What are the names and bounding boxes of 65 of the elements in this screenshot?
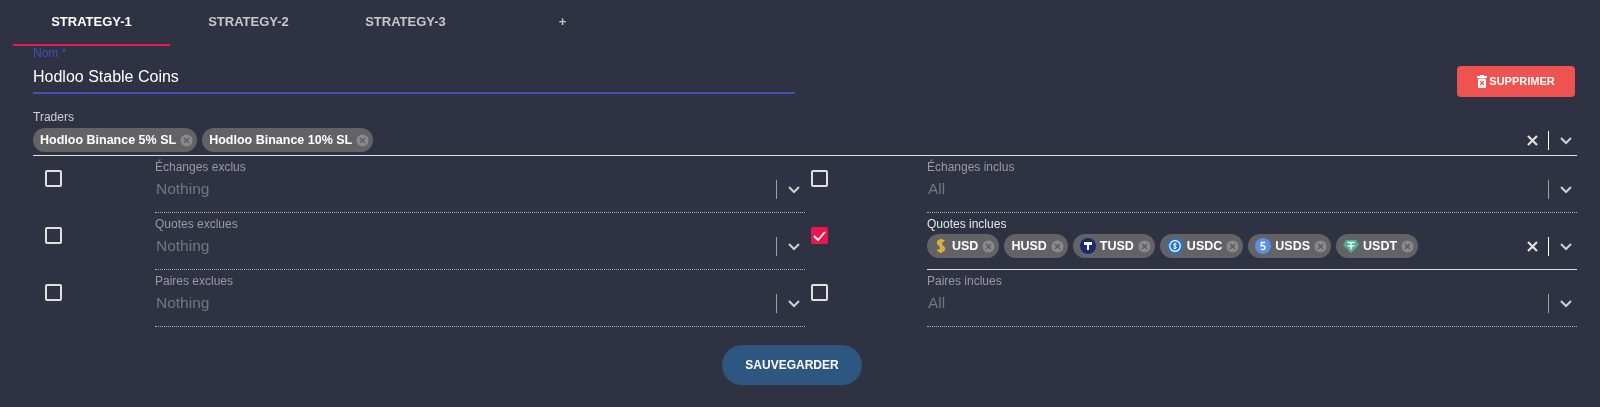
chip[interactable]: HUSD (1004, 234, 1068, 258)
tab[interactable]: STRATEGY-3 (327, 0, 484, 46)
chevron-down-icon[interactable] (1559, 298, 1573, 308)
chevron-down-icon[interactable] (787, 298, 801, 308)
chip-label: Hodloo Binance 5% SL (40, 131, 177, 149)
field-value: Hodloo Stable Coins (33, 67, 180, 87)
chevron-down-icon[interactable] (1559, 184, 1573, 194)
chip-label: HUSD (1011, 237, 1047, 255)
select-field[interactable]: Quotes inclues USD HUSD TUSD USDC USDS USDT (927, 216, 1577, 270)
chip[interactable]: USDT (1336, 234, 1419, 258)
chip[interactable]: USDC (1159, 234, 1244, 258)
coin-icon (934, 238, 948, 254)
chevron-down-icon[interactable] (1559, 241, 1573, 251)
field-label: Traders (33, 110, 75, 124)
chip[interactable]: Hodloo Binance 10% SL (202, 128, 374, 152)
coin-icon (1079, 238, 1096, 254)
coin-icon (1166, 238, 1183, 254)
checkbox[interactable] (45, 170, 62, 187)
checkbox[interactable] (45, 227, 62, 244)
placeholder: Nothing (155, 179, 210, 200)
traders-field[interactable]: Traders Hodloo Binance 5% SL Hodloo Binance 10% SL (33, 110, 1577, 156)
clear-icon[interactable] (1527, 134, 1538, 146)
field-label: Quotes inclues (927, 217, 1008, 231)
chevron-down-icon[interactable] (1559, 135, 1573, 145)
chip-label: Hodloo Binance 10% SL (209, 131, 353, 149)
select-field[interactable]: Échanges exclus Nothing (155, 159, 805, 213)
placeholder: Nothing (155, 236, 210, 257)
chip[interactable]: USD (927, 234, 1000, 258)
chevron-down-icon[interactable] (787, 241, 801, 251)
field-label: Échanges inclus (927, 160, 1016, 174)
chip-label: USDT (1363, 237, 1398, 255)
select-field[interactable]: Échanges inclus All (927, 159, 1577, 213)
chip[interactable]: USDS (1248, 234, 1331, 258)
field-label: Échanges exclus (155, 160, 247, 174)
select-field[interactable]: Paires inclues All (927, 273, 1577, 327)
tab[interactable]: STRATEGY-1 (13, 0, 170, 46)
clear-icon[interactable] (1527, 240, 1538, 252)
chip[interactable]: TUSD (1072, 234, 1155, 258)
placeholder: All (927, 293, 946, 314)
tab[interactable]: STRATEGY-2 (170, 0, 327, 46)
coin-icon (1343, 238, 1359, 254)
field-label: Quotes exclues (155, 217, 239, 231)
select-field[interactable]: Paires exclues Nothing (155, 273, 805, 327)
field-label: Paires exclues (155, 274, 235, 288)
field-label: Nom * (33, 46, 68, 60)
trash-icon (1477, 75, 1488, 88)
chip-label: USD (952, 237, 979, 255)
checkbox[interactable] (811, 170, 828, 187)
tab[interactable]: + (484, 0, 641, 46)
checkbox[interactable] (45, 284, 62, 301)
select-field[interactable]: Quotes exclues Nothing (155, 216, 805, 270)
coin-icon (1255, 238, 1272, 254)
chip[interactable]: Hodloo Binance 5% SL (33, 128, 198, 152)
placeholder: Nothing (155, 293, 210, 314)
delete-button[interactable]: SUPPRIMER (1457, 66, 1575, 97)
field-label: Paires inclues (927, 274, 1003, 288)
checkbox[interactable] (811, 284, 828, 301)
chevron-down-icon[interactable] (787, 184, 801, 194)
chip-label: TUSD (1099, 237, 1134, 255)
placeholder: All (927, 179, 946, 200)
chip-label: USDC (1186, 237, 1223, 255)
name-field[interactable]: Nom * Hodloo Stable Coins (33, 46, 795, 94)
chip-label: USDS (1275, 237, 1310, 255)
checkbox[interactable] (811, 227, 828, 244)
save-button[interactable]: SAUVEGARDER (722, 345, 862, 385)
